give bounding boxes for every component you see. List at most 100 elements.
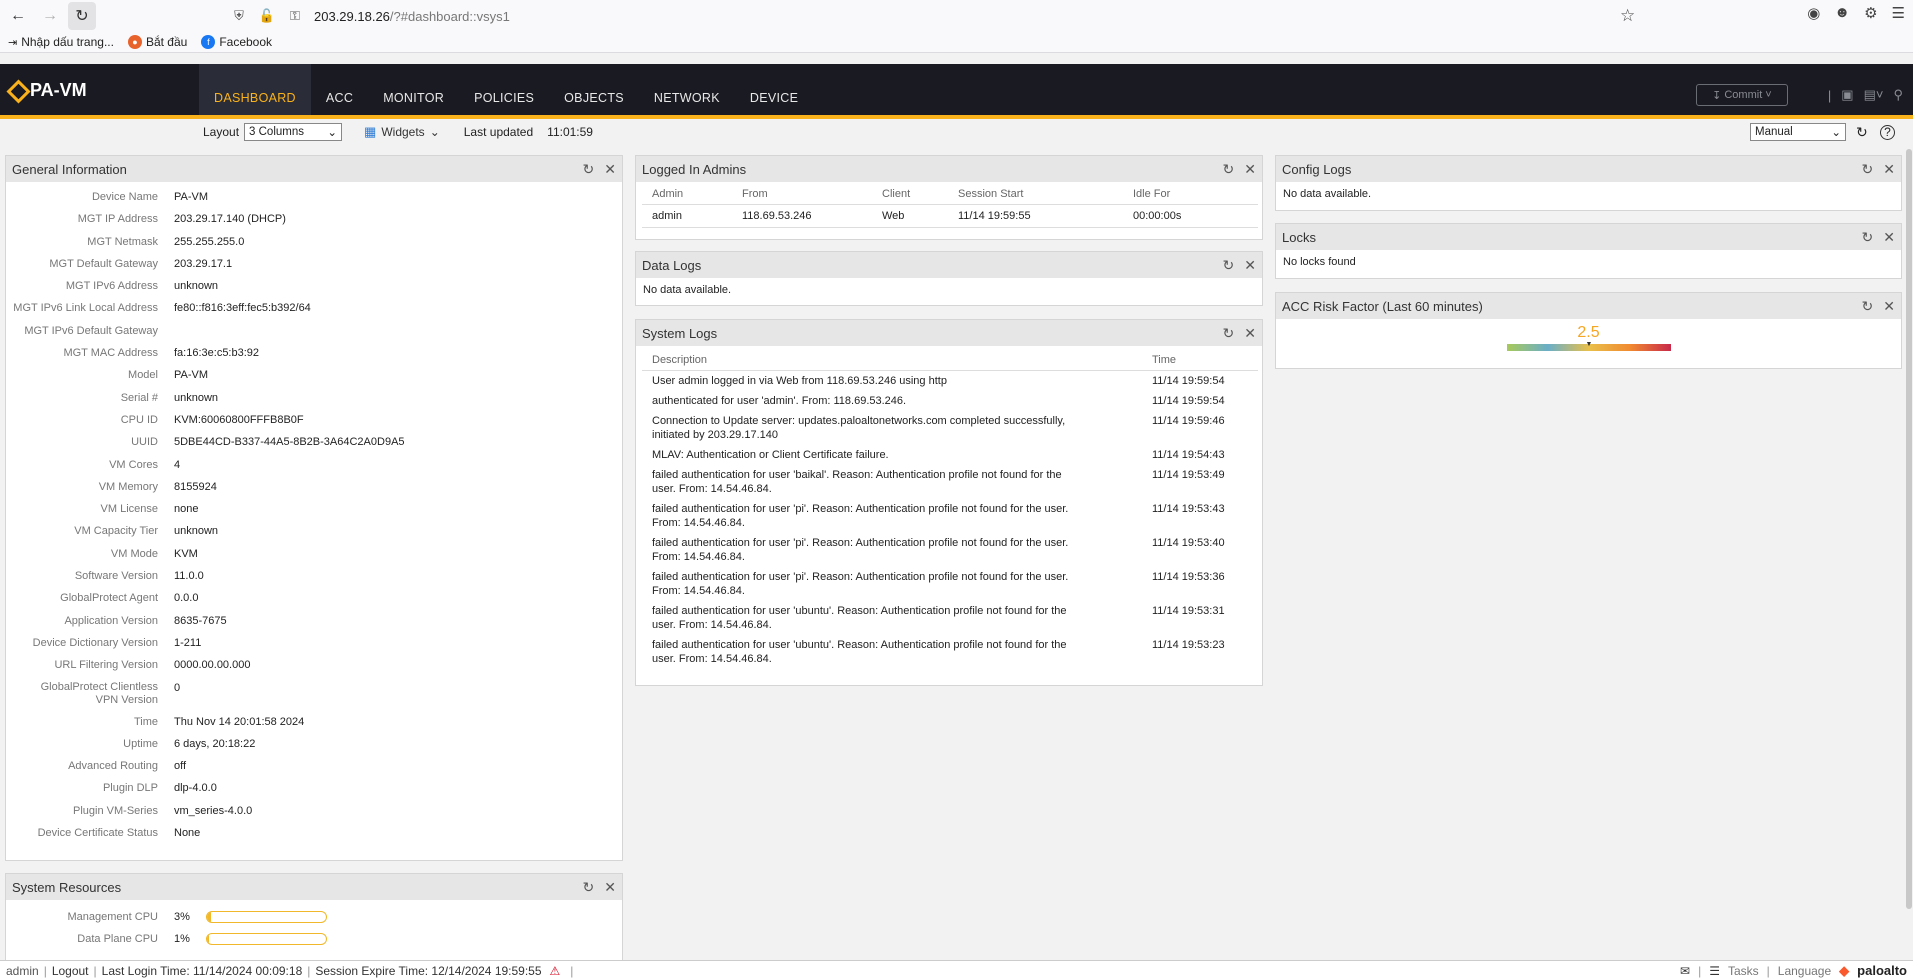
table-row[interactable]: MLAV: Authentication or Client Certifica… — [642, 445, 1258, 465]
widget-title: General Information — [12, 161, 127, 177]
refresh-icon[interactable]: ↻ — [1856, 124, 1868, 141]
help-icon[interactable]: ? — [1880, 124, 1895, 140]
widgets-menu[interactable]: ▦ Widgets ⌄ — [364, 124, 440, 140]
table-row[interactable]: Connection to Update server: updates.pal… — [642, 411, 1258, 445]
logout-link[interactable]: Logout — [52, 964, 89, 978]
table-header: Description Time — [642, 348, 1258, 371]
risk-value: 2.5 — [1577, 324, 1600, 341]
commit-button[interactable]: ↧ Commit ˅ — [1695, 84, 1788, 106]
table-cell: 11/14 19:53:43 — [1152, 503, 1225, 515]
info-row: Device Dictionary Version 1-211 — [6, 632, 622, 654]
refresh-icon[interactable]: ↻ — [1223, 325, 1235, 342]
refresh-icon[interactable]: ↻ — [1862, 161, 1874, 178]
refresh-icon[interactable]: ↻ — [1862, 229, 1874, 246]
info-value: 0.0.0 — [174, 592, 199, 605]
layout-value: 3 Columns — [249, 126, 304, 138]
refresh-icon[interactable]: ↻ — [1223, 161, 1235, 178]
pocket-icon[interactable]: ◉ — [1807, 4, 1820, 22]
page-scrollbar[interactable] — [1906, 149, 1912, 909]
bookmark-import[interactable]: ⇥ Nhập dấu trang... — [8, 35, 114, 49]
close-icon[interactable]: ✕ — [1883, 161, 1895, 178]
close-icon[interactable]: ✕ — [1244, 257, 1256, 274]
data-logs-widget: Data Logs ↻ ✕ No data available. — [635, 251, 1263, 306]
info-row: Model PA-VM — [6, 364, 622, 386]
table-row[interactable]: failed authentication for user 'ubuntu'.… — [642, 635, 1258, 669]
info-row: VM Cores 4 — [6, 454, 622, 476]
tab-device[interactable]: DEVICE — [735, 64, 813, 115]
info-label: MGT IPv6 Default Gateway — [24, 324, 158, 337]
bookmark-label: Facebook — [219, 35, 273, 49]
table-row[interactable]: User admin logged in via Web from 118.69… — [642, 371, 1258, 392]
close-icon[interactable]: ✕ — [1883, 298, 1895, 315]
table-row[interactable]: failed authentication for user 'pi'. Rea… — [642, 567, 1258, 601]
tasks-link[interactable]: Tasks — [1728, 964, 1759, 978]
bookmark-start[interactable]: ● Bắt đầu — [127, 35, 187, 49]
table-row[interactable]: admin 118.69.53.246 Web 11/14 19:59:55 0… — [642, 205, 1258, 228]
table-row[interactable]: authenticated for user 'admin'. From: 11… — [642, 391, 1258, 411]
shield-icon[interactable]: ⛨ — [230, 7, 248, 25]
tab-dashboard[interactable]: DASHBOARD — [199, 64, 311, 115]
tasks-icon[interactable]: ☰ — [1709, 964, 1720, 978]
table-row[interactable]: failed authentication for user 'baikal'.… — [642, 465, 1258, 499]
mail-icon[interactable]: ✉ — [1680, 964, 1690, 978]
info-row: Application Version 8635-7675 — [6, 610, 622, 632]
tab-policies[interactable]: POLICIES — [459, 64, 549, 115]
save-config-icon[interactable]: ▤˅ — [1864, 87, 1884, 103]
system-logs-widget: System Logs ↻ ✕ Description Time User adm… — [635, 319, 1263, 686]
table-row[interactable]: failed authentication for user 'pi'. Rea… — [642, 499, 1258, 533]
account-icon[interactable]: ☻ — [1834, 4, 1850, 22]
table-header: Admin From Client Session Start Idle For — [642, 182, 1258, 205]
insecure-lock-icon[interactable]: 🔓 — [258, 7, 276, 25]
bookmark-facebook[interactable]: f Facebook — [201, 35, 272, 49]
config-logs-widget: Config Logs ↻ ✕ No data available. — [1275, 155, 1902, 211]
language-link[interactable]: Language — [1778, 964, 1831, 978]
info-row: MGT IPv6 Default Gateway — [6, 320, 622, 342]
info-label: Application Version — [64, 614, 158, 627]
info-label: VM Cores — [109, 458, 158, 471]
extensions-icon[interactable]: ⚙ — [1864, 4, 1877, 22]
info-row: Device Name PA-VM — [6, 186, 622, 208]
table-cell: 118.69.53.246 — [742, 210, 812, 222]
refresh-icon[interactable]: ↻ — [583, 161, 595, 178]
info-row: Time Thu Nov 14 20:01:58 2024 — [6, 711, 622, 733]
address-bar[interactable]: ⛨ 🔓 ⚿ 203.29.18.26/?#dashboard::vsys1 — [230, 4, 510, 28]
info-value: PA-VM — [174, 369, 209, 382]
layout-select[interactable]: 3 Columns ⌄ — [244, 123, 343, 141]
close-icon[interactable]: ✕ — [1883, 229, 1895, 246]
info-label: Advanced Routing — [68, 760, 158, 773]
menu-icon[interactable]: ☰ — [1892, 4, 1905, 22]
chevron-down-icon: ⌄ — [327, 127, 338, 139]
info-row: MGT Default Gateway 203.29.17.1 — [6, 253, 622, 275]
dashboard-toolbar: Layout 3 Columns ⌄ ▦ Widgets ⌄ Last updat… — [0, 119, 1913, 145]
tab-acc[interactable]: ACC — [311, 64, 368, 115]
bookmark-star-icon[interactable]: ☆ — [1620, 6, 1635, 26]
refresh-icon[interactable]: ↻ — [583, 879, 595, 896]
warning-icon[interactable]: ⚠ — [550, 964, 561, 978]
table-cell: MLAV: Authentication or Client Certifica… — [652, 449, 889, 461]
close-icon[interactable]: ✕ — [1244, 325, 1256, 342]
table-cell: 11/14 19:59:46 — [1152, 415, 1225, 427]
close-icon[interactable]: ✕ — [1244, 161, 1256, 178]
table-row[interactable]: failed authentication for user 'pi'. Rea… — [642, 533, 1258, 567]
key-icon[interactable]: ⚿ — [286, 7, 304, 25]
close-icon[interactable]: ✕ — [604, 879, 616, 896]
column-header: Description — [642, 348, 1142, 371]
info-value: fe80::f816:3eff:fec5:b392/64 — [174, 302, 311, 315]
tab-objects[interactable]: OBJECTS — [549, 64, 639, 115]
close-icon[interactable]: ✕ — [604, 161, 616, 178]
forward-icon[interactable]: → — [36, 2, 64, 30]
tab-monitor[interactable]: MONITOR — [368, 64, 459, 115]
reload-icon[interactable]: ↻ — [68, 2, 96, 30]
table-row[interactable]: failed authentication for user 'ubuntu'.… — [642, 601, 1258, 635]
lock-config-icon[interactable]: ▣ — [1841, 87, 1853, 103]
widgets-grid-icon: ▦ — [364, 124, 377, 139]
back-icon[interactable]: ← — [4, 2, 32, 30]
refresh-mode-select[interactable]: Manual ⌄ — [1750, 123, 1846, 141]
refresh-icon[interactable]: ↻ — [1862, 298, 1874, 315]
search-icon[interactable]: ⚲ — [1893, 87, 1903, 103]
brand-logo-text: paloalto — [1857, 963, 1907, 978]
refresh-icon[interactable]: ↻ — [1223, 257, 1235, 274]
table-cell: 11/14 19:53:36 — [1152, 571, 1225, 583]
logo-text: PA-VM — [30, 80, 87, 100]
tab-network[interactable]: NETWORK — [639, 64, 735, 115]
